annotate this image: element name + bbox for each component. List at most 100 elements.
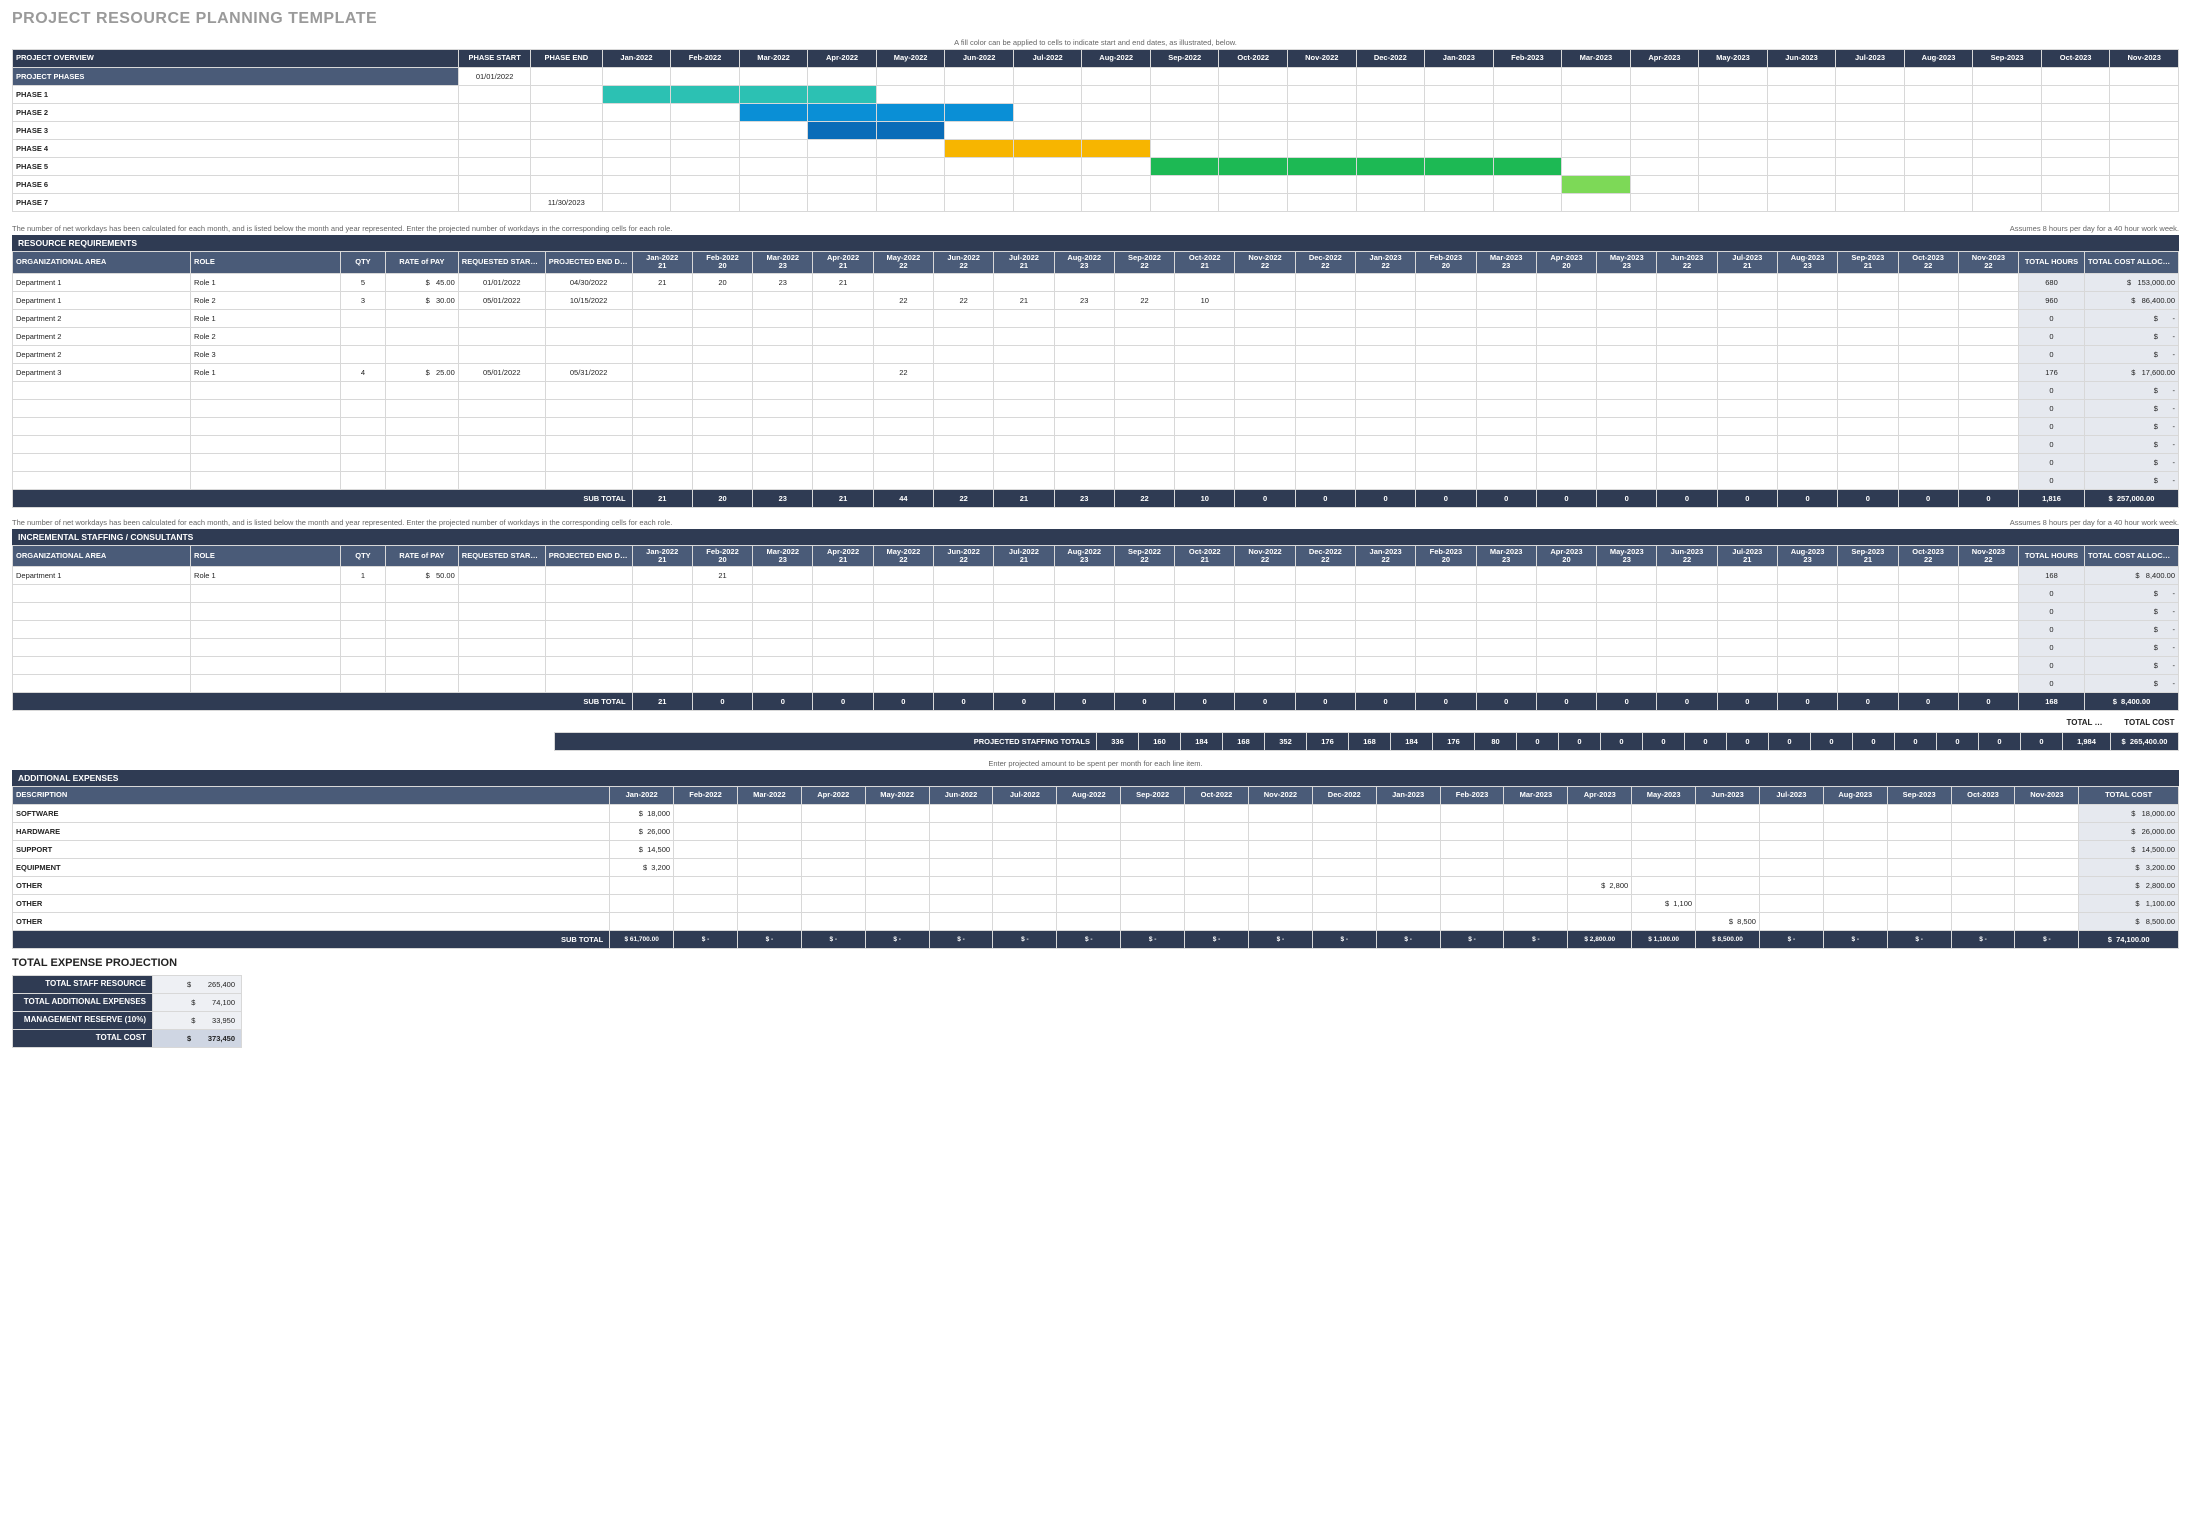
cell-amount[interactable] [1121,877,1185,895]
gantt-cell[interactable] [1150,68,1219,86]
cell-amount[interactable] [674,823,738,841]
cell-val[interactable] [934,621,994,639]
gantt-cell[interactable] [1288,140,1357,158]
gantt-cell[interactable] [1219,140,1288,158]
gantt-cell[interactable] [602,176,671,194]
cell-val[interactable] [994,603,1054,621]
cell-val[interactable] [1597,471,1657,489]
cell-val[interactable] [994,639,1054,657]
cell-val[interactable] [1295,471,1355,489]
cell-area[interactable]: Department 1 [13,291,191,309]
cell-desc[interactable]: OTHER [13,913,610,931]
cell-amount[interactable] [1823,823,1887,841]
gantt-cell[interactable] [1767,140,1836,158]
cell-val[interactable] [934,453,994,471]
cell-amount[interactable] [865,877,929,895]
cell-amount[interactable] [1504,859,1568,877]
cell-start[interactable] [458,345,545,363]
cell-val[interactable] [1476,399,1536,417]
cell-val[interactable] [813,417,873,435]
cell-role[interactable] [191,675,341,693]
cell-val[interactable] [1958,381,2018,399]
cell-val[interactable] [934,435,994,453]
cell-amount[interactable] [1504,841,1568,859]
cell-amount[interactable] [1887,859,1951,877]
cell-val[interactable] [1838,657,1898,675]
cell-val[interactable] [753,621,813,639]
cell-end[interactable] [545,585,632,603]
gantt-cell[interactable] [2110,158,2179,176]
cell-val[interactable] [1536,453,1596,471]
cell-val[interactable] [1175,435,1235,453]
cell-val[interactable] [994,327,1054,345]
gantt-cell[interactable] [1699,158,1768,176]
cell-val[interactable] [1175,657,1235,675]
gantt-cell[interactable] [1904,104,1973,122]
cell-val[interactable] [873,417,933,435]
cell-val[interactable] [632,399,692,417]
cell-val[interactable] [1838,585,1898,603]
gantt-cell[interactable] [1425,86,1494,104]
cell-val[interactable] [692,471,752,489]
cell-val[interactable] [1958,363,2018,381]
gantt-cell[interactable] [2041,140,2110,158]
cell-amount[interactable] [1696,895,1760,913]
cell-val[interactable] [1717,399,1777,417]
gantt-cell[interactable] [2110,140,2179,158]
cell-val[interactable] [753,399,813,417]
cell-area[interactable] [13,639,191,657]
cell-start[interactable] [458,381,545,399]
cell-val[interactable] [1175,363,1235,381]
cell-val[interactable] [1054,585,1114,603]
cell-val[interactable] [1898,471,1958,489]
cell-val[interactable] [1536,675,1596,693]
gantt-cell[interactable] [1767,158,1836,176]
gantt-cell[interactable] [1562,194,1631,212]
cell-start[interactable] [458,585,545,603]
cell-val[interactable] [1838,621,1898,639]
cell-val[interactable] [753,639,813,657]
gantt-cell[interactable] [1699,104,1768,122]
cell-val[interactable]: 22 [873,291,933,309]
cell-amount[interactable] [1951,823,2015,841]
cell-val[interactable] [813,567,873,585]
phase-start[interactable] [459,104,531,122]
gantt-cell[interactable] [1219,122,1288,140]
gantt-cell[interactable] [1630,158,1699,176]
cell-val[interactable] [1717,621,1777,639]
cell-val[interactable] [1054,273,1114,291]
gantt-cell[interactable] [1767,86,1836,104]
cell-val[interactable] [753,363,813,381]
cell-val[interactable] [1597,657,1657,675]
cell-val[interactable] [1777,675,1837,693]
cell-amount[interactable] [1759,841,1823,859]
cell-amount[interactable] [2015,805,2079,823]
cell-val[interactable] [1657,675,1717,693]
cell-val[interactable] [1898,345,1958,363]
cell-val[interactable] [692,381,752,399]
cell-amount[interactable] [1440,823,1504,841]
cell-amount[interactable] [1121,805,1185,823]
cell-val[interactable] [1898,621,1958,639]
gantt-cell[interactable] [1836,140,1905,158]
cell-val[interactable] [1958,309,2018,327]
cell-amount[interactable] [993,805,1057,823]
cell-val[interactable] [1295,585,1355,603]
cell-val[interactable] [1597,435,1657,453]
gantt-cell[interactable] [1904,158,1973,176]
gantt-cell[interactable] [1082,194,1151,212]
cell-amount[interactable] [1951,913,2015,931]
cell-val[interactable] [994,621,1054,639]
cell-amount[interactable]: $ 18,000 [610,805,674,823]
cell-val[interactable] [1777,471,1837,489]
gantt-cell[interactable] [876,86,945,104]
cell-role[interactable] [191,381,341,399]
cell-amount[interactable] [737,895,801,913]
cell-qty[interactable] [341,471,386,489]
cell-val[interactable] [1717,639,1777,657]
cell-amount[interactable] [2015,913,2079,931]
cell-val[interactable] [994,585,1054,603]
cell-val[interactable] [934,471,994,489]
cell-val[interactable] [1476,639,1536,657]
gantt-cell[interactable] [1425,140,1494,158]
